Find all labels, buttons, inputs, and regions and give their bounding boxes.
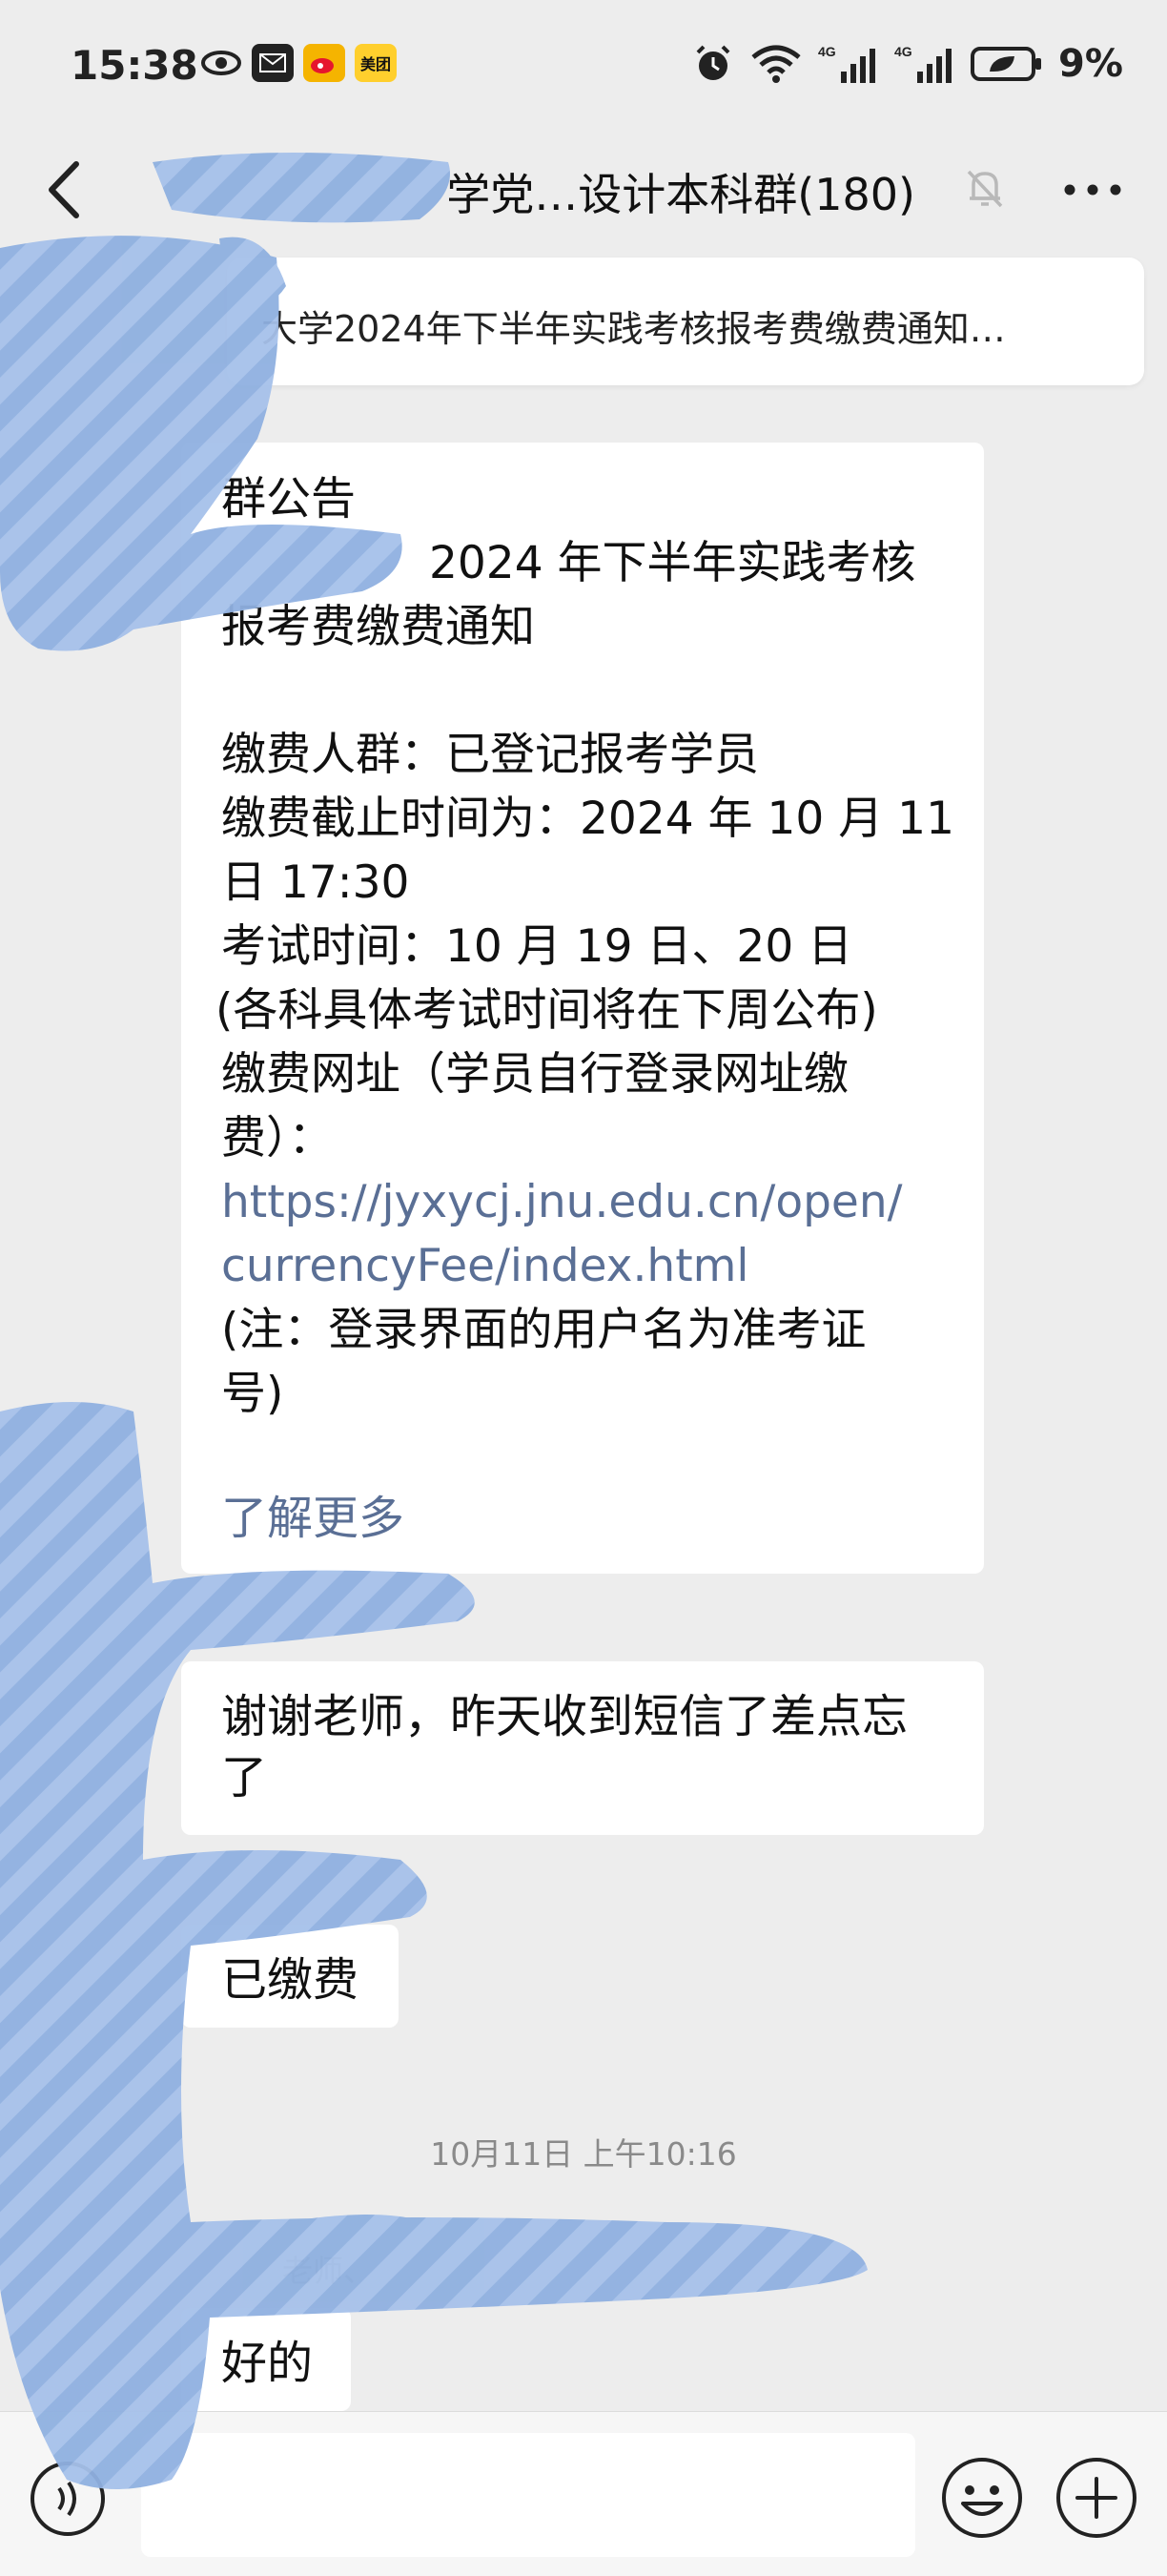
- pinned-announcement-text: 大学2024年下半年实践考核报考费缴费通知…: [261, 308, 1006, 350]
- svg-text:4G: 4G: [894, 44, 912, 59]
- sender-name: 老师、: [282, 2253, 375, 2289]
- announcement-message[interactable]: 群公告 2024 年下半年实践考核 报考费缴费通知 缴费人群：已登记报考学员 缴…: [181, 443, 984, 1574]
- announcement-body: 群公告 2024 年下半年实践考核 报考费缴费通知 缴费人群：已登记报考学员 缴…: [215, 467, 974, 1426]
- alarm-icon: [696, 45, 730, 80]
- message-text: 好的: [221, 2337, 314, 2390]
- cellular-signal-icon: 4G: [818, 44, 875, 83]
- announcement-line: 费）：: [221, 1112, 334, 1164]
- announcement-line: 考试时间：10 月 19 日、20 日: [221, 920, 853, 973]
- announcement-line: 缴费网址（学员自行登录网址缴: [221, 1048, 849, 1101]
- back-icon[interactable]: [38, 158, 95, 221]
- wifi-icon: [751, 45, 801, 83]
- more-options-icon[interactable]: [1056, 166, 1129, 214]
- pinned-announcement-bar[interactable]: 大学2024年下半年实践考核报考费缴费通知…: [227, 258, 1144, 385]
- mail-icon: [252, 44, 294, 82]
- payment-url-link-cont[interactable]: currencyFee/index.html: [221, 1234, 974, 1298]
- announcement-title-line1: 2024 年下半年实践考核: [429, 537, 916, 589]
- announcement-line: 缴费人群：已登记报考学员: [221, 729, 759, 781]
- input-bar: [0, 2411, 1167, 2576]
- voice-input-icon[interactable]: [29, 2460, 107, 2538]
- meituan-icon: 美团: [355, 44, 397, 82]
- chat-header: 学党…设计本科群(180): [0, 134, 1167, 246]
- emoji-icon[interactable]: [940, 2456, 1024, 2540]
- status-time: 15:38: [71, 42, 198, 89]
- announcement-title-line2: 报考费缴费通知: [221, 601, 535, 653]
- message-text: 了: [221, 1751, 268, 1804]
- plus-icon[interactable]: [1054, 2456, 1138, 2540]
- message-input[interactable]: [141, 2433, 915, 2557]
- weibo-icon: [303, 44, 345, 82]
- system-icons: 4G 4G 9%: [692, 42, 1123, 86]
- announcement-line: 号): [221, 1368, 284, 1420]
- payment-url-link[interactable]: https://jyxycj.jnu.edu.cn/open/: [221, 1170, 974, 1234]
- cellular-signal-icon-2: 4G: [894, 44, 952, 83]
- announcement-line: 日 17:30: [221, 856, 410, 909]
- message-bubble[interactable]: 谢谢老师，昨天收到短信了差点忘 了: [181, 1661, 984, 1835]
- announcement-heading: 群公告: [221, 473, 356, 526]
- message-timestamp: 10月11日 上午10:16: [430, 2135, 737, 2173]
- meituan-label: 美团: [359, 55, 391, 73]
- chat-title: 学党…设计本科群(180): [446, 169, 915, 220]
- announcement-line: (各科具体考试时间将在下周公布): [215, 984, 878, 1037]
- svg-text:4G: 4G: [818, 44, 836, 59]
- eye-icon: [200, 44, 242, 82]
- announcement-blank: [221, 659, 974, 723]
- message-text: 谢谢老师，昨天收到短信了差点忘: [221, 1690, 909, 1743]
- announcement-line: 缴费截止时间为：2024 年 10 月 11: [221, 793, 954, 845]
- learn-more-link[interactable]: 了解更多: [221, 1480, 404, 1547]
- status-bar: 15:38 美团 4G 4G 9%: [0, 0, 1167, 134]
- announcement-line: (注：登录界面的用户名为准考证: [221, 1304, 867, 1356]
- battery-icon: [971, 47, 1041, 81]
- mute-bell-icon: [967, 170, 1003, 208]
- message-text: 已缴费: [221, 1953, 359, 2007]
- message-bubble[interactable]: 已缴费: [181, 1925, 399, 2028]
- battery-percent: 9%: [1058, 42, 1123, 86]
- message-bubble[interactable]: 好的: [181, 2308, 351, 2411]
- notification-icons: 美团: [200, 44, 397, 82]
